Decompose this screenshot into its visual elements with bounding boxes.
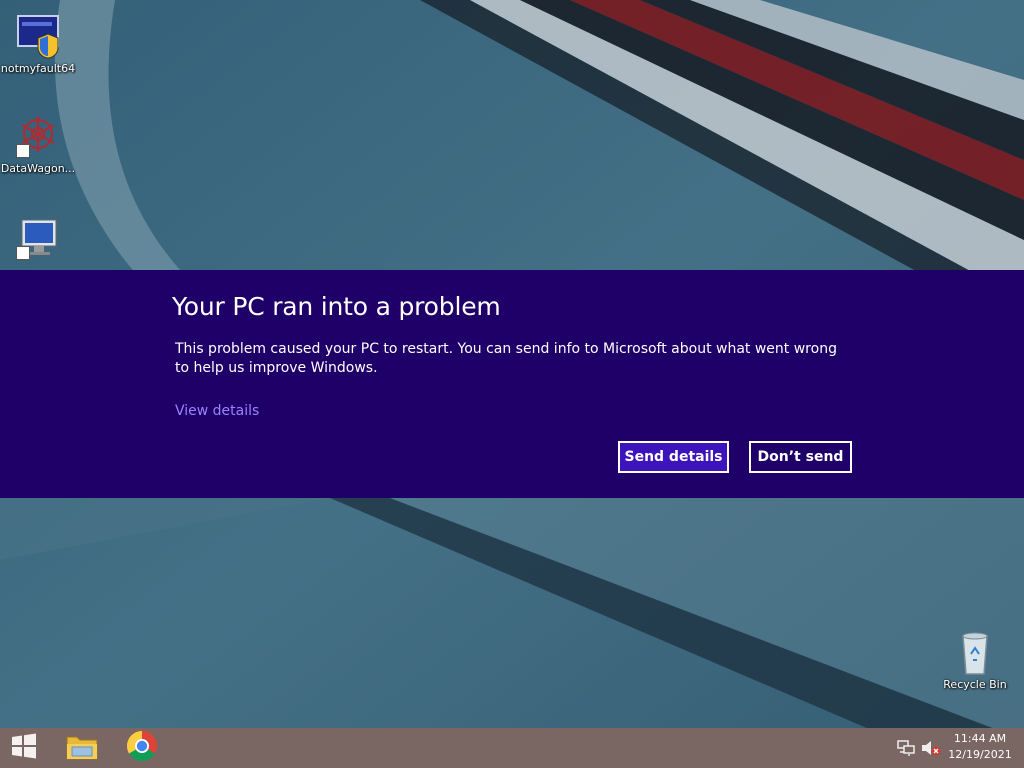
system-clock[interactable]: 11:44 AM 12/19/2021	[946, 731, 1014, 763]
desktop[interactable]: notmyfault64 DataWagon... Recycle Bin Yo…	[0, 0, 1024, 768]
folder-icon	[65, 731, 99, 765]
windows-logo-icon	[11, 733, 37, 763]
dont-send-button[interactable]: Don’t send	[749, 441, 852, 473]
problem-report-dialog	[0, 270, 1024, 498]
clock-time: 11:44 AM	[953, 732, 1007, 745]
desktop-icon-recycle-bin[interactable]: Recycle Bin	[937, 628, 1013, 691]
desktop-icon-label: Recycle Bin	[943, 678, 1007, 691]
chrome-icon	[126, 730, 158, 766]
application-uac-icon	[14, 12, 62, 60]
shortcut-arrow-icon	[16, 246, 30, 260]
clock-date: 12/19/2021	[948, 748, 1012, 761]
start-button[interactable]	[0, 728, 48, 768]
desktop-icon-computer[interactable]	[0, 214, 76, 264]
computer-monitor-icon	[14, 214, 62, 262]
network-icon[interactable]	[897, 740, 915, 756]
file-explorer-taskbar-button[interactable]	[58, 728, 106, 768]
desktop-icon-label: notmyfault64	[0, 62, 76, 75]
desktop-icon-datawagon[interactable]: DataWagon...	[0, 112, 76, 175]
dialog-description: This problem caused your PC to restart. …	[175, 341, 837, 376]
taskbar	[0, 728, 1024, 768]
volume-muted-icon[interactable]	[921, 740, 941, 756]
shortcut-arrow-icon	[16, 144, 30, 158]
send-details-button[interactable]: Send details	[618, 441, 729, 473]
desktop-icon-label: DataWagon...	[0, 162, 76, 175]
chrome-taskbar-button[interactable]	[118, 728, 166, 768]
desktop-icon-notmyfault64[interactable]: notmyfault64	[0, 12, 76, 75]
recycle-bin-icon	[951, 628, 999, 676]
dialog-title: Your PC ran into a problem	[172, 292, 501, 321]
view-details-link[interactable]: View details	[175, 403, 259, 419]
datawagon-snowflake-icon	[14, 112, 62, 160]
